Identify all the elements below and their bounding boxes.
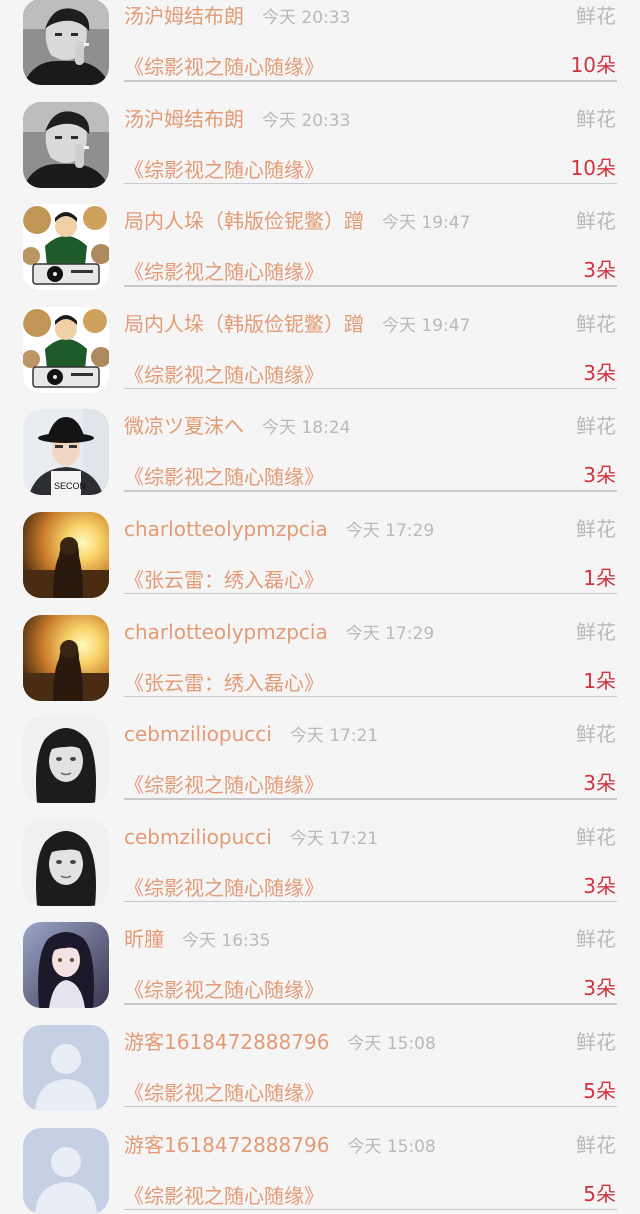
username[interactable]: 游客1618472888796 今天 15:08 bbox=[124, 1130, 436, 1162]
default-user-avatar[interactable] bbox=[23, 1024, 109, 1111]
gift-type: 鲜花 bbox=[576, 414, 616, 439]
row-divider bbox=[124, 1208, 617, 1211]
timestamp: 今天 16:35 bbox=[182, 931, 271, 952]
book-title-link[interactable]: 《综影视之随心随缘》 bbox=[124, 155, 324, 185]
username-text: 局内人垛（韩版俭铌鳖）蹭 bbox=[124, 209, 364, 234]
timestamp: 今天 20:33 bbox=[262, 110, 351, 131]
username[interactable]: charlotteolypmzpcia 今天 17:29 bbox=[124, 617, 434, 649]
gift-amount: 3朵 bbox=[583, 463, 616, 488]
username-text: cebmziliopucci bbox=[124, 722, 272, 747]
gift-amount: 3朵 bbox=[583, 873, 616, 898]
timestamp: 今天 17:21 bbox=[289, 726, 379, 747]
username[interactable]: charlotteolypmzpcia 今天 17:29 bbox=[124, 514, 434, 546]
gift-record-row[interactable]: 游客1618472888796 今天 15:08 鲜花 《综影视之随心随缘》 5朵 bbox=[0, 1005, 640, 1111]
username-text: 汤沪姆结布朗 bbox=[124, 106, 244, 131]
gift-record-row[interactable]: 局内人垛（韩版俭铌鳖）蹭 今天 19:47 鲜花 《综影视之随心随缘》 3朵 bbox=[0, 287, 640, 393]
gift-record-row[interactable]: 局内人垛（韩版俭铌鳖）蹭 今天 19:47 鲜花 《综影视之随心随缘》 3朵 bbox=[0, 184, 640, 291]
username-text: 游客1618472888796 bbox=[124, 1029, 330, 1054]
gift-type: 鲜花 bbox=[576, 516, 616, 541]
gift-amount: 3朵 bbox=[583, 360, 616, 385]
gift-amount: 5朵 bbox=[583, 1078, 616, 1103]
username[interactable]: 汤沪姆结布朗 今天 20:33 bbox=[124, 1, 350, 33]
gift-record-row[interactable]: SECON 微凉ツ夏沫へ 今天 18:24 鲜花 《综影视之随心随缘》 3朵 bbox=[0, 389, 640, 496]
timestamp: 今天 17:29 bbox=[345, 623, 435, 644]
man-smoking-avatar[interactable] bbox=[23, 0, 109, 85]
timestamp: 今天 19:47 bbox=[382, 213, 471, 234]
username-text: 局内人垛（韩版俭铌鳖）蹭 bbox=[124, 311, 364, 336]
gift-amount: 5朵 bbox=[583, 1181, 616, 1206]
gift-type: 鲜花 bbox=[576, 824, 616, 849]
username[interactable]: 局内人垛（韩版俭铌鳖）蹭 今天 19:47 bbox=[124, 309, 470, 341]
username[interactable]: 局内人垛（韩版俭铌鳖）蹭 今天 19:47 bbox=[124, 206, 470, 238]
gift-amount: 1朵 bbox=[583, 668, 616, 693]
sunset-girl-avatar[interactable] bbox=[23, 511, 109, 598]
book-title-link[interactable]: 《综影视之随心随缘》 bbox=[124, 257, 324, 287]
gift-amount: 10朵 bbox=[570, 53, 616, 77]
timestamp: 今天 17:21 bbox=[289, 828, 379, 849]
username[interactable]: 微凉ツ夏沫へ 今天 18:24 bbox=[124, 411, 350, 443]
gift-amount: 3朵 bbox=[583, 771, 616, 796]
book-title-link[interactable]: 《综影视之随心随缘》 bbox=[124, 1078, 324, 1108]
gift-type: 鲜花 bbox=[576, 722, 616, 747]
timestamp: 今天 15:08 bbox=[347, 1033, 436, 1054]
username-text: 游客1618472888796 bbox=[124, 1132, 330, 1157]
gift-type: 鲜花 bbox=[576, 311, 616, 336]
gift-type: 鲜花 bbox=[576, 1132, 616, 1157]
username[interactable]: 汤沪姆结布朗 今天 20:33 bbox=[124, 104, 350, 136]
gift-record-row[interactable]: 汤沪姆结布朗 今天 20:33 鲜花 《综影视之随心随缘》 10朵 bbox=[0, 0, 640, 85]
timestamp: 今天 18:24 bbox=[262, 418, 351, 439]
username-text: charlotteolypmzpcia bbox=[124, 516, 328, 541]
username[interactable]: 昕膧 今天 16:35 bbox=[124, 924, 270, 956]
book-title-link[interactable]: 《综影视之随心随缘》 bbox=[124, 873, 324, 903]
username[interactable]: cebmziliopucci 今天 17:21 bbox=[124, 822, 378, 854]
username-text: cebmziliopucci bbox=[124, 824, 272, 849]
gift-type: 鲜花 bbox=[576, 619, 616, 644]
gift-amount: 1朵 bbox=[583, 565, 616, 590]
gift-amount: 3朵 bbox=[583, 976, 616, 1001]
default-user-avatar[interactable] bbox=[23, 1127, 109, 1214]
gift-type: 鲜花 bbox=[576, 4, 616, 28]
book-title-link[interactable]: 《综影视之随心随缘》 bbox=[124, 360, 324, 390]
gift-amount: 10朵 bbox=[570, 155, 616, 180]
gift-record-list: 汤沪姆结布朗 今天 20:33 鲜花 《综影视之随心随缘》 10朵 汤沪姆结布朗今… bbox=[0, 0, 640, 1214]
book-title-link[interactable]: 《张云雷：绣入磊心》 bbox=[124, 668, 324, 698]
dj-cartoon-avatar[interactable] bbox=[23, 204, 109, 291]
gift-type: 鲜花 bbox=[576, 927, 616, 952]
anime-girl-avatar[interactable] bbox=[23, 922, 109, 1009]
book-title-link[interactable]: 《综影视之随心随缘》 bbox=[124, 1181, 324, 1211]
gift-amount: 3朵 bbox=[583, 258, 616, 283]
bw-woman-avatar[interactable] bbox=[23, 819, 109, 906]
gift-type: 鲜花 bbox=[576, 209, 616, 234]
gift-record-row[interactable]: 汤沪姆结布朗 今天 20:33 鲜花 《综影视之随心随缘》 10朵 bbox=[0, 82, 640, 188]
dj-cartoon-avatar[interactable] bbox=[23, 306, 109, 393]
username[interactable]: cebmziliopucci 今天 17:21 bbox=[124, 719, 378, 751]
username-text: charlotteolypmzpcia bbox=[124, 619, 328, 644]
book-title-link[interactable]: 《张云雷：绣入磊心》 bbox=[124, 565, 324, 595]
gift-record-row[interactable]: charlotteolypmzpcia 今天 17:29 鲜花 《张云雷：绣入磊心… bbox=[0, 492, 640, 598]
book-title-link[interactable]: 《综影视之随心随缘》 bbox=[124, 770, 324, 800]
username-text: 昕膧 bbox=[124, 927, 164, 952]
username-text: 汤沪姆结布朗 bbox=[124, 4, 244, 28]
username-text: 微凉ツ夏沫へ bbox=[124, 414, 244, 439]
book-title-link[interactable]: 《综影视之随心随缘》 bbox=[124, 52, 324, 82]
username[interactable]: 游客1618472888796 今天 15:08 bbox=[124, 1027, 436, 1059]
svg-text:SECON: SECON bbox=[54, 481, 86, 491]
timestamp: 今天 19:47 bbox=[382, 315, 471, 336]
book-title-link[interactable]: 《综影视之随心随缘》 bbox=[124, 975, 324, 1005]
book-title-link[interactable]: 《综影视之随心随缘》 bbox=[124, 462, 324, 492]
gift-record-row[interactable]: cebmziliopucci 今天 17:21 鲜花 《综影视之随心随缘》 3朵 bbox=[0, 800, 640, 906]
timestamp: 今天 20:33 bbox=[262, 8, 351, 28]
gift-record-row[interactable]: 昕膧 今天 16:35 鲜花 《综影视之随心随缘》 3朵 bbox=[0, 902, 640, 1009]
man-smoking-avatar[interactable] bbox=[23, 101, 109, 188]
timestamp: 今天 15:08 bbox=[347, 1136, 436, 1157]
gift-record-row[interactable]: 游客1618472888796 今天 15:08 鲜花 《综影视之随心随缘》 5朵 bbox=[0, 1108, 640, 1214]
gift-record-row[interactable]: cebmziliopucci 今天 17:21 鲜花 《综影视之随心随缘》 3朵 bbox=[0, 697, 640, 804]
timestamp: 今天 17:29 bbox=[345, 520, 435, 541]
bw-woman-avatar[interactable] bbox=[23, 717, 109, 804]
gift-type: 鲜花 bbox=[576, 1029, 616, 1054]
gift-type: 鲜花 bbox=[576, 106, 616, 131]
hat-boy-avatar[interactable]: SECON bbox=[23, 409, 109, 496]
sunset-girl-avatar[interactable] bbox=[23, 614, 109, 701]
gift-record-row[interactable]: charlotteolypmzpcia 今天 17:29 鲜花 《张云雷：绣入磊心… bbox=[0, 595, 640, 701]
